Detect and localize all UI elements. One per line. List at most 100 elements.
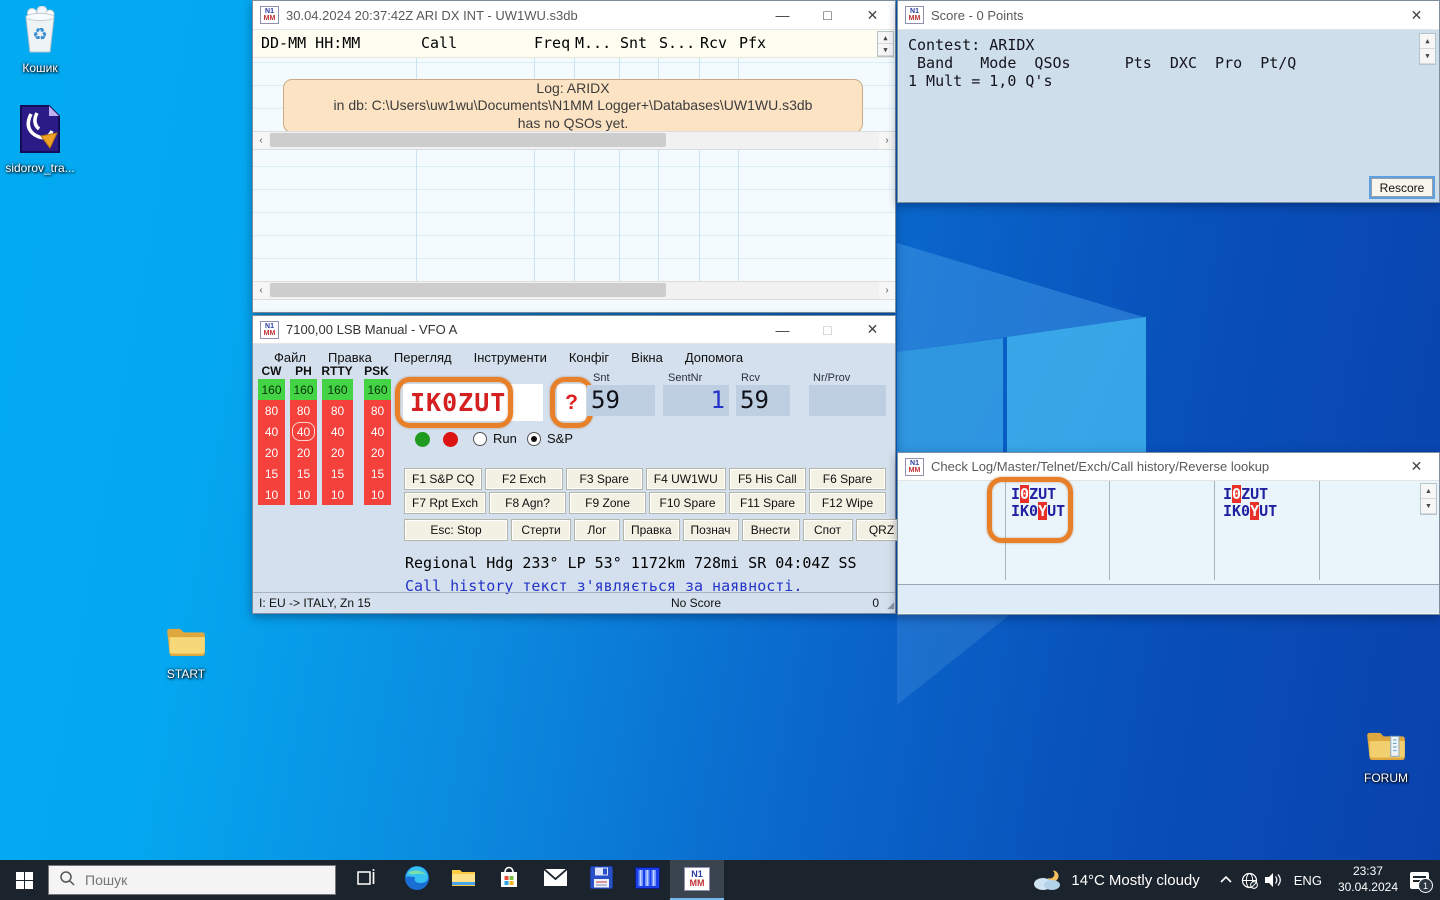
scroll-spinner[interactable]: ▲▼ <box>1419 33 1436 65</box>
wipe-button[interactable]: Стерти <box>512 520 570 540</box>
column-header[interactable]: Pfx <box>739 34 766 52</box>
file-explorer-button[interactable] <box>440 860 486 900</box>
fkey-button[interactable]: F5 His Call <box>730 469 805 489</box>
task-view-button[interactable] <box>344 860 390 900</box>
column-header[interactable]: S... <box>659 34 695 52</box>
rcv-input[interactable]: 59 <box>736 385 790 416</box>
weather-icon[interactable] <box>1029 860 1065 900</box>
band-button[interactable]: 15 <box>364 463 391 484</box>
tray-clock[interactable]: 23:37 30.04.2024 <box>1338 864 1398 895</box>
fkey-button[interactable]: F10 Spare <box>650 493 725 513</box>
band-button[interactable]: 160 <box>364 379 391 400</box>
close-button[interactable]: ✕ <box>850 1 895 29</box>
band-button[interactable]: 10 <box>258 484 285 505</box>
fkey-button[interactable]: F12 Wipe <box>810 493 885 513</box>
band-button[interactable]: 160 <box>258 379 285 400</box>
band-button[interactable]: 160 <box>290 379 317 400</box>
menu-config[interactable]: Конфіг <box>558 350 620 365</box>
band-button[interactable]: 20 <box>290 442 317 463</box>
fkey-button[interactable]: F1 S&P CQ <box>405 469 481 489</box>
desktop-icon-recycle-bin[interactable]: ♻ Кошик <box>2 6 78 75</box>
sentnr-input[interactable]: 1 <box>663 385 729 416</box>
band-button[interactable]: 10 <box>364 484 391 505</box>
fkey-button[interactable]: F3 Spare <box>567 469 642 489</box>
band-button[interactable]: 15 <box>258 463 285 484</box>
column-header[interactable]: Rcv <box>700 34 727 52</box>
band-button-selected[interactable]: 40 <box>290 421 317 442</box>
fkey-button[interactable]: F4 UW1WU <box>647 469 725 489</box>
sp-radio[interactable] <box>527 432 541 446</box>
fkey-button[interactable]: F2 Exch <box>486 469 561 489</box>
band-button[interactable]: 80 <box>364 400 391 421</box>
menu-help[interactable]: Допомога <box>674 350 754 365</box>
tray-chevron-icon[interactable] <box>1214 860 1238 900</box>
log-button[interactable]: Лог <box>575 520 619 540</box>
fkey-button[interactable]: F9 Zone <box>570 493 645 513</box>
menu-windows[interactable]: Вікна <box>620 350 674 365</box>
maximize-button[interactable]: □ <box>805 316 850 343</box>
esc-stop-button[interactable]: Esc: Stop <box>405 520 507 540</box>
run-radio[interactable] <box>473 432 487 446</box>
language-indicator[interactable]: ENG <box>1294 873 1322 888</box>
snt-input[interactable]: 59 <box>587 385 655 416</box>
band-button[interactable]: 15 <box>322 463 353 484</box>
menu-file[interactable]: Файл <box>263 350 317 365</box>
n1mm-taskbar-button[interactable]: N1MM <box>670 860 724 900</box>
log-books-button[interactable] <box>624 860 670 900</box>
network-globe-icon[interactable] <box>1238 860 1262 900</box>
column-header[interactable]: Call <box>421 34 457 52</box>
spot-button[interactable]: Спот <box>804 520 852 540</box>
desktop-icon-start-folder[interactable]: START <box>148 626 224 681</box>
band-button[interactable]: 40 <box>258 421 285 442</box>
maximize-button[interactable]: □ <box>805 1 850 29</box>
rescore-button[interactable]: Rescore <box>1371 178 1433 197</box>
fkey-button[interactable]: F8 Agn? <box>490 493 565 513</box>
minimize-button[interactable]: — <box>760 316 805 343</box>
band-button[interactable]: 160 <box>322 379 353 400</box>
check-window-titlebar[interactable]: N1MM Check Log/Master/Telnet/Exch/Call h… <box>898 453 1439 481</box>
store-button[interactable]: Внести <box>743 520 799 540</box>
notification-center-button[interactable]: 1 <box>1406 860 1432 900</box>
nrprov-input[interactable] <box>809 385 886 416</box>
entry-window-titlebar[interactable]: N1MM 7100,00 LSB Manual - VFO A — □ ✕ <box>253 316 895 344</box>
scroll-left-icon[interactable]: ‹ <box>253 282 269 299</box>
scroll-right-icon[interactable]: › <box>879 132 895 149</box>
band-button[interactable]: 10 <box>322 484 353 505</box>
fkey-button[interactable]: F7 Rpt Exch <box>405 493 485 513</box>
band-button[interactable]: 80 <box>290 400 317 421</box>
close-button[interactable]: ✕ <box>1394 1 1439 29</box>
store-button[interactable] <box>486 860 532 900</box>
band-button[interactable]: 20 <box>364 442 391 463</box>
band-button[interactable]: 40 <box>322 421 353 442</box>
fkey-button[interactable]: F11 Spare <box>730 493 805 513</box>
band-button[interactable]: 80 <box>258 400 285 421</box>
scroll-spinner[interactable]: ▲▼ <box>877 31 894 57</box>
band-button[interactable]: 20 <box>258 442 285 463</box>
band-button[interactable]: 10 <box>290 484 317 505</box>
volume-icon[interactable] <box>1262 860 1286 900</box>
column-header[interactable]: M... <box>575 34 611 52</box>
close-button[interactable]: ✕ <box>1394 453 1439 480</box>
scrollbar-thumb[interactable] <box>270 133 666 147</box>
weather-condition[interactable]: Mostly cloudy <box>1109 872 1200 889</box>
horizontal-scrollbar[interactable]: ‹ › <box>253 131 895 150</box>
edge-button[interactable] <box>394 860 440 900</box>
menu-view[interactable]: Перегляд <box>383 350 463 365</box>
band-button[interactable]: 15 <box>290 463 317 484</box>
scrollbar-thumb[interactable] <box>270 283 666 297</box>
menu-edit[interactable]: Правка <box>317 350 383 365</box>
mail-button[interactable] <box>532 860 578 900</box>
log-pane-lower[interactable] <box>253 150 895 281</box>
check-suggestions-col4[interactable]: I0ZUT IK0YUT <box>1223 486 1277 520</box>
weather-temp[interactable]: 14°C <box>1071 872 1105 889</box>
band-button[interactable]: 40 <box>364 421 391 442</box>
taskbar-search[interactable] <box>48 865 336 895</box>
scroll-left-icon[interactable]: ‹ <box>253 132 269 149</box>
scroll-right-icon[interactable]: › <box>879 282 895 299</box>
mark-button[interactable]: Познач <box>684 520 738 540</box>
band-button[interactable]: 80 <box>322 400 353 421</box>
resize-grip-icon[interactable]: ◢ <box>887 600 893 611</box>
log-window-titlebar[interactable]: N1MM 30.04.2024 20:37:42Z ARI DX INT - U… <box>253 1 895 30</box>
column-header[interactable]: Snt <box>620 34 647 52</box>
logger-floppy-button[interactable] <box>578 860 624 900</box>
